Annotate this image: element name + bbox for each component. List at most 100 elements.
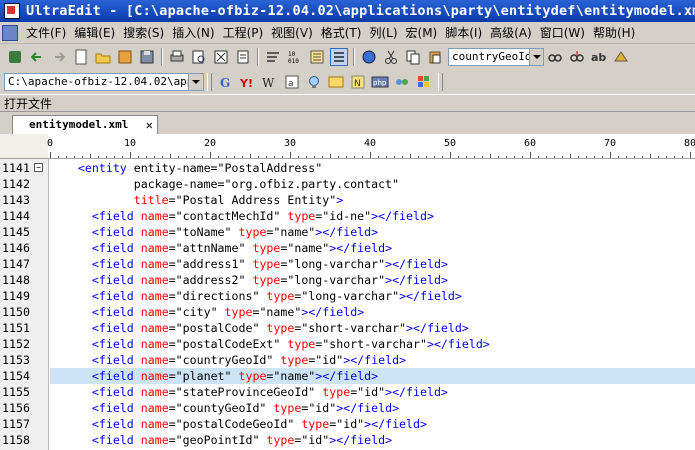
xml-string-token: "name" xyxy=(259,305,302,319)
menu-search[interactable]: 搜索(S) xyxy=(119,24,168,42)
line-number: 1150 xyxy=(2,305,30,319)
ruler-tick xyxy=(306,156,307,158)
menu-column[interactable]: 列(L) xyxy=(365,24,401,42)
svg-text:Y!: Y! xyxy=(239,77,253,90)
line-number: 1156 xyxy=(2,401,30,415)
back-icon[interactable] xyxy=(28,48,46,66)
menu-project[interactable]: 工程(P) xyxy=(219,24,268,42)
toolbar-grip[interactable] xyxy=(207,73,212,91)
network-icon[interactable] xyxy=(393,73,411,91)
xml-attr-token: name xyxy=(140,273,169,287)
page-icon[interactable] xyxy=(234,48,252,66)
code-line[interactable]: 1156 <field name="countyGeoId" type="id"… xyxy=(0,400,695,416)
search-combo[interactable]: countryGeoId xyxy=(448,48,544,66)
code-editor[interactable]: 1141− <entity entity-name="PostalAddress… xyxy=(0,159,695,450)
forward-icon[interactable] xyxy=(50,48,68,66)
path-combo[interactable]: C:\apache-ofbiz-12.04.02\appli xyxy=(4,73,204,91)
close-file-icon[interactable] xyxy=(116,48,134,66)
code-text: <field name="postalCodeExt" type="short-… xyxy=(50,336,490,352)
browser-icon[interactable] xyxy=(360,48,378,66)
code-line[interactable]: 1148 <field name="address2" type="long-v… xyxy=(0,272,695,288)
menu-format[interactable]: 格式(T) xyxy=(317,24,366,42)
find-in-files-icon[interactable] xyxy=(612,48,630,66)
menu-advanced[interactable]: 高级(A) xyxy=(486,24,536,42)
menu-macro[interactable]: 宏(M) xyxy=(402,24,442,42)
print-icon[interactable] xyxy=(168,48,186,66)
ruler-tick xyxy=(114,156,115,158)
print-preview-icon[interactable] xyxy=(190,48,208,66)
chevron-down-icon[interactable] xyxy=(188,74,203,90)
wikipedia-icon[interactable]: W xyxy=(261,73,279,91)
menu-insert[interactable]: 插入(N) xyxy=(168,24,218,42)
code-line[interactable]: 1153 <field name="countryGeoId" type="id… xyxy=(0,352,695,368)
find-next-icon[interactable] xyxy=(568,48,586,66)
column-mode-icon[interactable] xyxy=(308,48,326,66)
code-line[interactable]: 1145 <field name="toName" type="name"></… xyxy=(0,224,695,240)
tab-entitymodel-xml[interactable]: entitymodel.xml ✕ xyxy=(12,115,158,134)
line-number: 1152 xyxy=(2,337,30,351)
dictionary-icon[interactable]: a xyxy=(283,73,301,91)
php-icon[interactable]: php xyxy=(371,73,389,91)
scissors-icon[interactable] xyxy=(382,48,400,66)
text-token: = xyxy=(168,209,176,223)
xml-string-token: "directions" xyxy=(175,289,260,303)
open-folder-icon[interactable] xyxy=(94,48,112,66)
code-line[interactable]: 1151 <field name="postalCode" type="shor… xyxy=(0,320,695,336)
menu-view[interactable]: 视图(V) xyxy=(267,24,317,42)
idea-bulb-icon[interactable] xyxy=(305,73,323,91)
fold-collapse-icon[interactable]: − xyxy=(34,163,43,172)
code-line[interactable]: 1147 <field name="address1" type="long-v… xyxy=(0,256,695,272)
hex-mode-icon[interactable]: 10 010 xyxy=(286,48,304,66)
paste-icon[interactable] xyxy=(426,48,444,66)
cut-icon[interactable] xyxy=(212,48,230,66)
ruler-tick xyxy=(418,156,419,158)
menu-script[interactable]: 脚本(I) xyxy=(441,24,486,42)
ruler-tick xyxy=(202,156,203,158)
xml-tag-token: <field xyxy=(91,369,134,383)
chevron-down-icon[interactable] xyxy=(528,49,543,65)
code-line[interactable]: 1146 <field name="attnName" type="name">… xyxy=(0,240,695,256)
code-line[interactable]: 1141− <entity entity-name="PostalAddress… xyxy=(0,160,695,176)
save-icon[interactable] xyxy=(138,48,156,66)
code-line[interactable]: 1150 <field name="city" type="name"></fi… xyxy=(0,304,695,320)
code-line[interactable]: 1142 package-name="org.ofbiz.party.conta… xyxy=(0,176,695,192)
menu-help[interactable]: 帮助(H) xyxy=(589,24,639,42)
code-line[interactable]: 1143 title="Postal Address Entity"> xyxy=(0,192,695,208)
google-icon[interactable]: G xyxy=(217,73,235,91)
secondary-toolbar: C:\apache-ofbiz-12.04.02\appli G Y! W a … xyxy=(0,70,695,94)
line-numbers-icon[interactable] xyxy=(330,48,348,66)
find-icon[interactable] xyxy=(546,48,564,66)
code-line[interactable]: 1158 <field name="geoPointId" type="id">… xyxy=(0,432,695,448)
replace-icon[interactable]: ab xyxy=(590,48,608,66)
notepad-icon[interactable]: N xyxy=(349,73,367,91)
msdn-icon[interactable] xyxy=(327,73,345,91)
xml-string-token: "long-varchar" xyxy=(301,289,400,303)
code-line[interactable]: 1154 <field name="planet" type="name"></… xyxy=(0,368,695,384)
copy-icon[interactable] xyxy=(404,48,422,66)
word-wrap-icon[interactable] xyxy=(264,48,282,66)
open-project-icon[interactable] xyxy=(6,48,24,66)
menu-file[interactable]: 文件(F) xyxy=(22,24,70,42)
ruler-tick xyxy=(458,156,459,158)
svg-text:php: php xyxy=(373,79,387,87)
document-system-icon[interactable] xyxy=(2,24,18,41)
code-line[interactable]: 1152 <field name="postalCodeExt" type="s… xyxy=(0,336,695,352)
xml-tag-token: <field xyxy=(91,321,134,335)
code-line[interactable]: 1149 <field name="directions" type="long… xyxy=(0,288,695,304)
toolbar-grip[interactable] xyxy=(438,73,443,91)
code-line[interactable]: 1155 <field name="stateProvinceGeoId" ty… xyxy=(0,384,695,400)
code-text: <entity entity-name="PostalAddress" xyxy=(50,160,322,176)
xml-attr-token: type xyxy=(273,401,302,415)
menu-edit[interactable]: 编辑(E) xyxy=(70,24,119,42)
menu-window[interactable]: 窗口(W) xyxy=(536,24,589,42)
close-icon[interactable]: ✕ xyxy=(146,116,153,134)
windows-icon[interactable] xyxy=(415,73,433,91)
code-line[interactable]: 1144 <field name="contactMechId" type="i… xyxy=(0,208,695,224)
svg-text:a: a xyxy=(288,79,294,89)
yahoo-icon[interactable]: Y! xyxy=(239,73,257,91)
code-line[interactable]: 1157 <field name="postalCodeGeoId" type=… xyxy=(0,416,695,432)
new-file-icon[interactable] xyxy=(72,48,90,66)
